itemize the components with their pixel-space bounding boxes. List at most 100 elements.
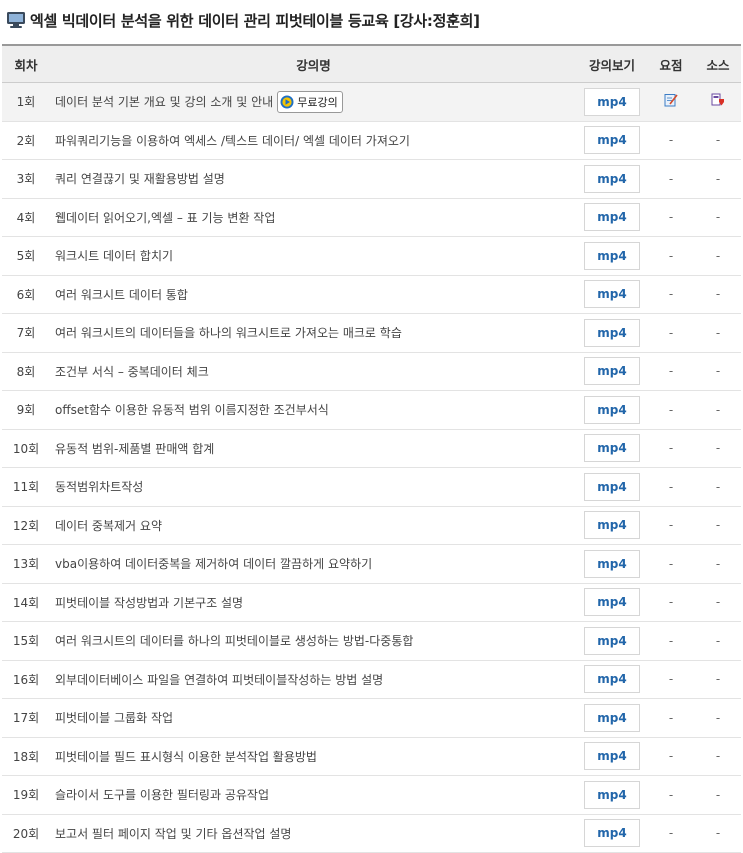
- mp4-button[interactable]: mp4: [584, 819, 640, 847]
- view-cell: mp4: [577, 627, 647, 655]
- row-title-cell: 유동적 범위-제품별 판매액 합계: [50, 440, 577, 457]
- lecture-title[interactable]: 동적범위차트작성: [55, 478, 143, 495]
- table-row: 18회피벗테이블 필드 표시형식 이용한 분석작업 활용방법mp4--: [2, 738, 741, 777]
- row-title-cell: 파워쿼리기능을 이용하여 엑세스 /텍스트 데이터/ 엑셀 데이터 가져오기: [50, 132, 577, 149]
- lecture-title[interactable]: 데이터 분석 기본 개요 및 강의 소개 및 안내: [55, 93, 273, 110]
- row-title-cell: 웹데이터 읽어오기,엑셀 – 표 기능 변환 작업: [50, 209, 577, 226]
- mp4-button[interactable]: mp4: [584, 165, 640, 193]
- source-empty: -: [716, 672, 720, 686]
- source-download-icon[interactable]: [711, 93, 725, 110]
- source-empty: -: [716, 210, 720, 224]
- source-empty: -: [716, 595, 720, 609]
- view-cell: mp4: [577, 319, 647, 347]
- row-number: 19회: [2, 786, 50, 803]
- summary-empty: -: [669, 287, 673, 301]
- source-cell: -: [695, 364, 741, 378]
- table-row: 2회 파워쿼리기능을 이용하여 엑세스 /텍스트 데이터/ 엑셀 데이터 가져오기…: [2, 122, 741, 161]
- row-number: 2회: [2, 132, 50, 149]
- table-row: 16회 외부데이터베이스 파일을 연결하여 피벗테이블작성하는 방법 설명 mp4 -…: [2, 661, 741, 700]
- table-row: 20회보고서 필터 페이지 작업 및 기타 옵션작업 설명mp4--: [2, 815, 741, 853]
- row-title-cell: offset함수 이용한 유동적 범위 이름지정한 조건부서식: [50, 401, 577, 418]
- lecture-title[interactable]: 여러 워크시트의 데이터를 하나의 피벗테이블로 생성하는 방법-다중통합: [55, 632, 413, 649]
- mp4-button[interactable]: mp4: [584, 396, 640, 424]
- source-empty: -: [716, 249, 720, 263]
- mp4-button[interactable]: mp4: [584, 511, 640, 539]
- row-number: 18회: [2, 748, 50, 765]
- table-row: 12회데이터 중복제거 요약mp4--: [2, 507, 741, 546]
- lecture-title[interactable]: 피벗테이블 그룹화 작업: [55, 709, 173, 726]
- row-number: 1회: [2, 93, 50, 110]
- lecture-title[interactable]: 여러 워크시트의 데이터들을 하나의 워크시트로 가져오는 매크로 학습: [55, 324, 402, 341]
- row-title-cell: 조건부 서식 – 중복데이터 체크: [50, 363, 577, 380]
- lecture-title[interactable]: 파워쿼리기능을 이용하여 엑세스 /텍스트 데이터/ 엑셀 데이터 가져오기: [55, 132, 410, 149]
- lecture-title[interactable]: offset함수 이용한 유동적 범위 이름지정한 조건부서식: [55, 401, 329, 418]
- source-cell: -: [695, 557, 741, 571]
- lecture-title[interactable]: 여러 워크시트 데이터 통합: [55, 286, 188, 303]
- row-title-cell: 여러 워크시트의 데이터를 하나의 피벗테이블로 생성하는 방법-다중통합: [50, 632, 577, 649]
- lecture-title[interactable]: 유동적 범위-제품별 판매액 합계: [55, 440, 214, 457]
- row-number: 16회: [2, 671, 50, 688]
- source-cell: -: [695, 403, 741, 417]
- lecture-title[interactable]: 쿼리 연결끊기 및 재활용방법 설명: [55, 170, 225, 187]
- row-number: 4회: [2, 209, 50, 226]
- row-title-cell: 피벗테이블 작성방법과 기본구조 설명: [50, 594, 577, 611]
- table-row: 11회동적범위차트작성mp4--: [2, 468, 741, 507]
- mp4-button[interactable]: mp4: [584, 280, 640, 308]
- free-lecture-label: 무료강의: [297, 94, 337, 110]
- summary-cell: -: [647, 595, 695, 609]
- view-cell: mp4: [577, 665, 647, 693]
- row-number: 14회: [2, 594, 50, 611]
- free-lecture-badge[interactable]: 무료강의: [277, 91, 342, 113]
- row-number: 17회: [2, 709, 50, 726]
- mp4-button[interactable]: mp4: [584, 473, 640, 501]
- mp4-button[interactable]: mp4: [584, 357, 640, 385]
- mp4-button[interactable]: mp4: [584, 550, 640, 578]
- mp4-button[interactable]: mp4: [584, 704, 640, 732]
- lecture-title[interactable]: 슬라이서 도구를 이용한 필터링과 공유작업: [55, 786, 269, 803]
- summary-note-icon[interactable]: [664, 93, 678, 110]
- mp4-button[interactable]: mp4: [584, 781, 640, 809]
- table-header: 회차 강의명 강의보기 요점 소스: [2, 44, 741, 83]
- mp4-button[interactable]: mp4: [584, 88, 640, 116]
- mp4-button[interactable]: mp4: [584, 665, 640, 693]
- row-number: 8회: [2, 363, 50, 380]
- lecture-title[interactable]: 보고서 필터 페이지 작업 및 기타 옵션작업 설명: [55, 825, 291, 842]
- source-empty: -: [716, 133, 720, 147]
- lecture-title[interactable]: vba이용하여 데이터중복을 제거하여 데이터 깔끔하게 요약하기: [55, 555, 372, 572]
- mp4-button[interactable]: mp4: [584, 742, 640, 770]
- source-empty: -: [716, 711, 720, 725]
- lecture-title[interactable]: 데이터 중복제거 요약: [55, 517, 162, 534]
- mp4-button[interactable]: mp4: [584, 627, 640, 655]
- summary-empty: -: [669, 711, 673, 725]
- mp4-button[interactable]: mp4: [584, 203, 640, 231]
- summary-empty: -: [669, 672, 673, 686]
- view-cell: mp4: [577, 434, 647, 462]
- mp4-button[interactable]: mp4: [584, 242, 640, 270]
- source-cell: -: [695, 595, 741, 609]
- mp4-button[interactable]: mp4: [584, 434, 640, 462]
- lecture-title[interactable]: 워크시트 데이터 합치기: [55, 247, 173, 264]
- lecture-title[interactable]: 조건부 서식 – 중복데이터 체크: [55, 363, 209, 380]
- source-empty: -: [716, 634, 720, 648]
- row-number: 6회: [2, 286, 50, 303]
- mp4-button[interactable]: mp4: [584, 126, 640, 154]
- table-row: 9회offset함수 이용한 유동적 범위 이름지정한 조건부서식mp4--: [2, 391, 741, 430]
- source-cell: -: [695, 672, 741, 686]
- page-title: 엑셀 빅데이터 분석을 위한 데이터 관리 피벗테이블 등교육 [강사:정훈희]: [30, 10, 480, 31]
- row-title-cell: 외부데이터베이스 파일을 연결하여 피벗테이블작성하는 방법 설명: [50, 671, 577, 688]
- summary-empty: -: [669, 518, 673, 532]
- header-title: 강의명: [50, 55, 577, 74]
- view-cell: mp4: [577, 242, 647, 270]
- lecture-title[interactable]: 피벗테이블 필드 표시형식 이용한 분석작업 활용방법: [55, 748, 317, 765]
- lecture-title[interactable]: 피벗테이블 작성방법과 기본구조 설명: [55, 594, 243, 611]
- table-row: 4회웹데이터 읽어오기,엑셀 – 표 기능 변환 작업mp4--: [2, 199, 741, 238]
- mp4-button[interactable]: mp4: [584, 319, 640, 347]
- row-title-cell: 슬라이서 도구를 이용한 필터링과 공유작업: [50, 786, 577, 803]
- mp4-button[interactable]: mp4: [584, 588, 640, 616]
- row-number: 5회: [2, 247, 50, 264]
- summary-cell: [647, 93, 695, 110]
- header-no: 회차: [2, 55, 50, 74]
- lecture-title[interactable]: 웹데이터 읽어오기,엑셀 – 표 기능 변환 작업: [55, 209, 275, 226]
- table-row: 1회 데이터 분석 기본 개요 및 강의 소개 및 안내 무료강의 mp4: [2, 83, 741, 122]
- lecture-title[interactable]: 외부데이터베이스 파일을 연결하여 피벗테이블작성하는 방법 설명: [55, 671, 383, 688]
